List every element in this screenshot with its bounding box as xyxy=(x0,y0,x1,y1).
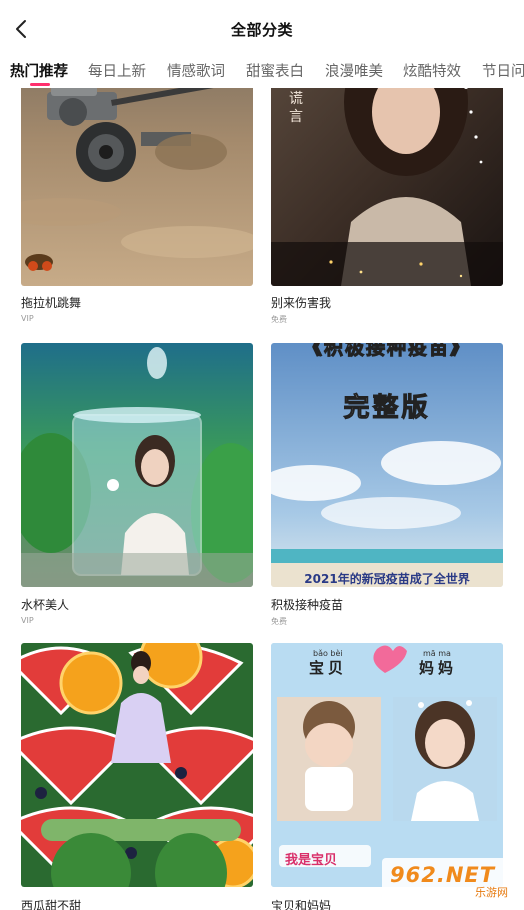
template-name: 宝贝和妈妈 xyxy=(271,899,332,910)
lyric-overlay-text: 用你的谎言 xyxy=(289,88,303,125)
mom-label-overlay: 妈妈 xyxy=(419,659,458,677)
template-card[interactable]: 水杯美人 VIP xyxy=(21,343,253,633)
template-name: 别来伤害我 xyxy=(271,296,332,310)
template-name: 西瓜甜不甜 xyxy=(21,899,82,910)
template-name: 水杯美人 xyxy=(21,598,70,612)
template-name: 拖拉机跳舞 xyxy=(21,296,82,310)
category-tabs: 热门推荐 每日上新 情感歌词 甜蜜表白 浪漫唯美 炫酷特效 节日问 xyxy=(0,56,524,88)
template-badge: VIP xyxy=(21,616,34,625)
template-badge: VIP xyxy=(21,314,34,323)
vaccine-title-overlay: 《积极接种疫苗》 xyxy=(302,343,471,360)
template-name: 积极接种疫苗 xyxy=(271,598,344,612)
template-card[interactable]: 西瓜甜不甜 xyxy=(21,643,253,910)
header: 全部分类 xyxy=(0,0,524,56)
tab-emotion-lyrics[interactable]: 情感歌词 xyxy=(167,60,225,81)
template-card[interactable]: 拖拉机跳舞 VIP xyxy=(21,88,253,332)
template-thumbnail[interactable]: bǎo bèi 宝贝 mā ma 妈妈 我是宝贝 xyxy=(271,643,503,887)
template-card[interactable]: 《积极接种疫苗》 完整版 2021年的新冠疫苗成了全世界 积极接种疫苗 免费 xyxy=(271,343,503,633)
watermark-subtitle: 乐游网 xyxy=(475,886,508,899)
template-thumbnail[interactable] xyxy=(21,343,253,587)
template-thumbnail[interactable]: 用你的谎言 xyxy=(271,88,503,286)
template-thumbnail[interactable] xyxy=(21,643,253,887)
template-grid: 拖拉机跳舞 VIP 谎言 别来伤害我 免费 水杯美人 VIP 《积极接种疫苗》 … xyxy=(0,88,524,910)
template-badge: 免费 xyxy=(271,617,287,626)
tab-festival[interactable]: 节日问 xyxy=(482,60,524,81)
baby-caption-overlay: 我是宝贝 xyxy=(285,853,338,868)
tab-indicator xyxy=(30,83,50,86)
site-watermark: 962.NET 乐游网 xyxy=(382,858,516,904)
tab-daily-new[interactable]: 每日上新 xyxy=(88,60,146,81)
tab-sweet-confession[interactable]: 甜蜜表白 xyxy=(246,60,304,81)
template-badge: 免费 xyxy=(271,315,287,324)
template-thumbnail[interactable] xyxy=(21,88,253,286)
vaccine-caption-overlay: 2021年的新冠疫苗成了全世界 xyxy=(304,572,470,586)
template-thumbnail[interactable]: 《积极接种疫苗》 完整版 2021年的新冠疫苗成了全世界 xyxy=(271,343,503,587)
baby-label-overlay: 宝贝 xyxy=(309,659,348,677)
tab-hot[interactable]: 热门推荐 xyxy=(10,60,68,81)
vaccine-subtitle-overlay: 完整版 xyxy=(343,393,431,424)
page-title: 全部分类 xyxy=(230,21,293,39)
tab-cool-effects[interactable]: 炫酷特效 xyxy=(403,60,461,81)
tab-romantic[interactable]: 浪漫唯美 xyxy=(325,60,383,81)
template-card[interactable]: 用你的谎言 别来伤害我 免费 xyxy=(271,88,503,332)
